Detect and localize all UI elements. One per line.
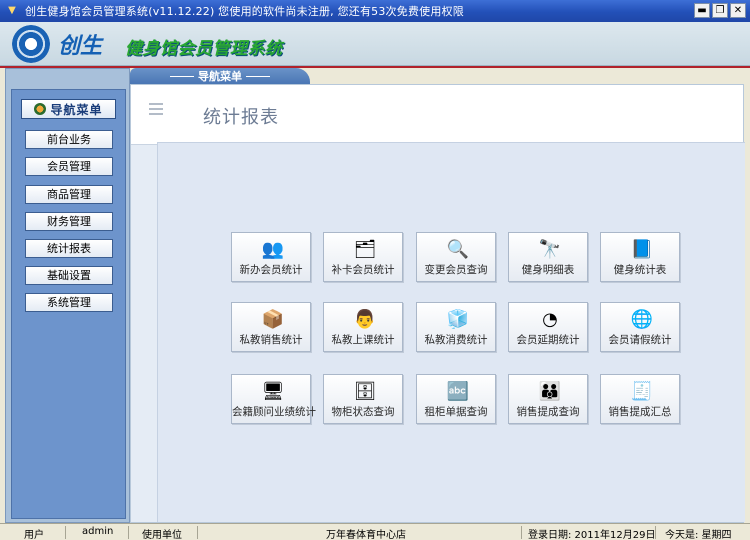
sidebar-title-label: 导航菜单 xyxy=(50,102,103,117)
sidebar-item-products[interactable]: 商品管理 xyxy=(25,185,113,204)
magnifier-icon: 🔍 xyxy=(446,238,470,260)
tile-card-reissue-stats[interactable]: 🗂 补卡会员统计 xyxy=(323,232,403,282)
status-divider xyxy=(128,526,129,539)
app-icon: ▼ xyxy=(8,5,16,16)
tile-label: 会员延期统计 xyxy=(516,334,580,346)
pie-chart-icon: ◔ xyxy=(542,308,558,330)
tile-label: 物柜状态查询 xyxy=(331,406,395,418)
status-today: 今天是: 星期四 xyxy=(665,530,732,540)
tile-pt-sales-stats[interactable]: 📦 私教销售统计 xyxy=(231,302,311,352)
window-title: 创生健身馆会员管理系统(v11.12.22) 您使用的软件尚未注册, 您还有53… xyxy=(25,5,464,18)
window-controls: ▬ ❐ ✕ xyxy=(694,3,746,18)
tile-consultant-performance[interactable]: 🖥 会籍顾问业绩统计 xyxy=(231,374,316,424)
locker-icon: 🗄 xyxy=(353,380,377,402)
tile-label: 健身统计表 xyxy=(613,264,667,276)
page-title: 统计报表 xyxy=(203,107,279,128)
minimize-button[interactable]: ▬ xyxy=(694,3,710,18)
title-bar: ▼ 创生健身馆会员管理系统(v11.12.22) 您使用的软件尚未注册, 您还有… xyxy=(0,0,750,22)
report-content: 👥 新办会员统计 🗂 补卡会员统计 🔍 变更会员查询 🔭 健身明细表 📘 健身统… xyxy=(157,142,745,522)
status-unit-label: 使用单位 xyxy=(142,530,182,540)
tile-label: 私教上课统计 xyxy=(331,334,395,346)
summary-icon: 🧾 xyxy=(630,380,654,402)
menu-icon xyxy=(34,103,47,115)
sidebar-item-members[interactable]: 会员管理 xyxy=(25,157,113,176)
book-icon: 📘 xyxy=(630,238,654,260)
class-icon: 👨 xyxy=(353,308,377,330)
users-icon: 👥 xyxy=(261,238,285,260)
tile-label: 变更会员查询 xyxy=(424,264,488,276)
status-divider xyxy=(655,526,656,539)
product-name: 健身馆会员管理系统 xyxy=(125,39,283,59)
sidebar-item-front-desk[interactable]: 前台业务 xyxy=(25,130,113,149)
sidebar-item-finance[interactable]: 财务管理 xyxy=(25,212,113,231)
card-icon: 🗂 xyxy=(353,238,377,260)
main-panel: 统计报表 👥 新办会员统计 🗂 补卡会员统计 🔍 变更会员查询 🔭 健身明细表 … xyxy=(130,84,745,523)
tile-fitness-stats[interactable]: 📘 健身统计表 xyxy=(600,232,680,282)
nav-menu-tab: 导航菜单 xyxy=(130,68,310,84)
status-divider xyxy=(197,526,198,539)
sales-people-icon: 👪 xyxy=(538,380,562,402)
tile-label: 补卡会员统计 xyxy=(331,264,395,276)
abc-icon: 🔤 xyxy=(446,380,470,402)
sidebar: 导航菜单 前台业务 会员管理 商品管理 财务管理 统计报表 基础设置 系统管理 xyxy=(5,68,130,523)
tile-member-extension-stats[interactable]: ◔ 会员延期统计 xyxy=(508,302,588,352)
main-header: 统计报表 xyxy=(131,85,743,145)
tile-label: 会员请假统计 xyxy=(608,334,672,346)
consultant-icon: 🖥 xyxy=(261,380,285,402)
tile-label: 新办会员统计 xyxy=(239,264,303,276)
tile-locker-status[interactable]: 🗄 物柜状态查询 xyxy=(323,374,403,424)
tile-member-leave-stats[interactable]: 🌐 会员请假统计 xyxy=(600,302,680,352)
globe-icon: 🌐 xyxy=(630,308,654,330)
sidebar-item-basic-settings[interactable]: 基础设置 xyxy=(25,266,113,285)
tile-sales-commission-query[interactable]: 👪 销售提成查询 xyxy=(508,374,588,424)
tile-label: 私教消费统计 xyxy=(424,334,488,346)
tile-locker-rental-query[interactable]: 🔤 租柜单据查询 xyxy=(416,374,496,424)
tile-label: 租柜单据查询 xyxy=(424,406,488,418)
sidebar-item-system[interactable]: 系统管理 xyxy=(25,293,113,312)
status-bar: 用户 admin 使用单位 万年春体育中心店 登录日期: 2011年12月29日… xyxy=(0,523,750,540)
tile-label: 会籍顾问业绩统计 xyxy=(232,406,316,418)
tile-fitness-detail[interactable]: 🔭 健身明细表 xyxy=(508,232,588,282)
status-unit-value: 万年春体育中心店 xyxy=(326,530,406,540)
header-banner: 创生 健身馆会员管理系统 xyxy=(0,22,750,66)
close-button[interactable]: ✕ xyxy=(730,3,746,18)
status-login-date: 登录日期: 2011年12月29日 xyxy=(528,530,656,540)
tile-label: 私教销售统计 xyxy=(239,334,303,346)
restore-button[interactable]: ❐ xyxy=(712,3,728,18)
tile-sales-commission-summary[interactable]: 🧾 销售提成汇总 xyxy=(600,374,680,424)
sidebar-panel: 导航菜单 前台业务 会员管理 商品管理 财务管理 统计报表 基础设置 系统管理 xyxy=(11,89,126,519)
boxes-icon: 📦 xyxy=(261,308,285,330)
status-divider xyxy=(521,526,522,539)
tile-pt-consumption-stats[interactable]: 🧊 私教消费统计 xyxy=(416,302,496,352)
cubes-icon: 🧊 xyxy=(446,308,470,330)
sidebar-item-reports[interactable]: 统计报表 xyxy=(25,239,113,258)
tile-label: 销售提成汇总 xyxy=(608,406,672,418)
logo-brand: 创生 xyxy=(58,33,103,59)
tile-label: 销售提成查询 xyxy=(516,406,580,418)
sidebar-title: 导航菜单 xyxy=(21,99,116,119)
tile-new-members-stats[interactable]: 👥 新办会员统计 xyxy=(231,232,311,282)
status-divider xyxy=(65,526,66,539)
list-icon xyxy=(149,103,163,118)
logo-icon xyxy=(12,25,50,63)
status-user-label: 用户 xyxy=(24,530,44,540)
binoculars-icon: 🔭 xyxy=(538,238,562,260)
tile-member-change-query[interactable]: 🔍 变更会员查询 xyxy=(416,232,496,282)
tile-pt-class-stats[interactable]: 👨 私教上课统计 xyxy=(323,302,403,352)
status-user-value: admin xyxy=(82,526,114,537)
nav-menu-tab-label: 导航菜单 xyxy=(198,70,242,83)
tile-label: 健身明细表 xyxy=(521,264,575,276)
